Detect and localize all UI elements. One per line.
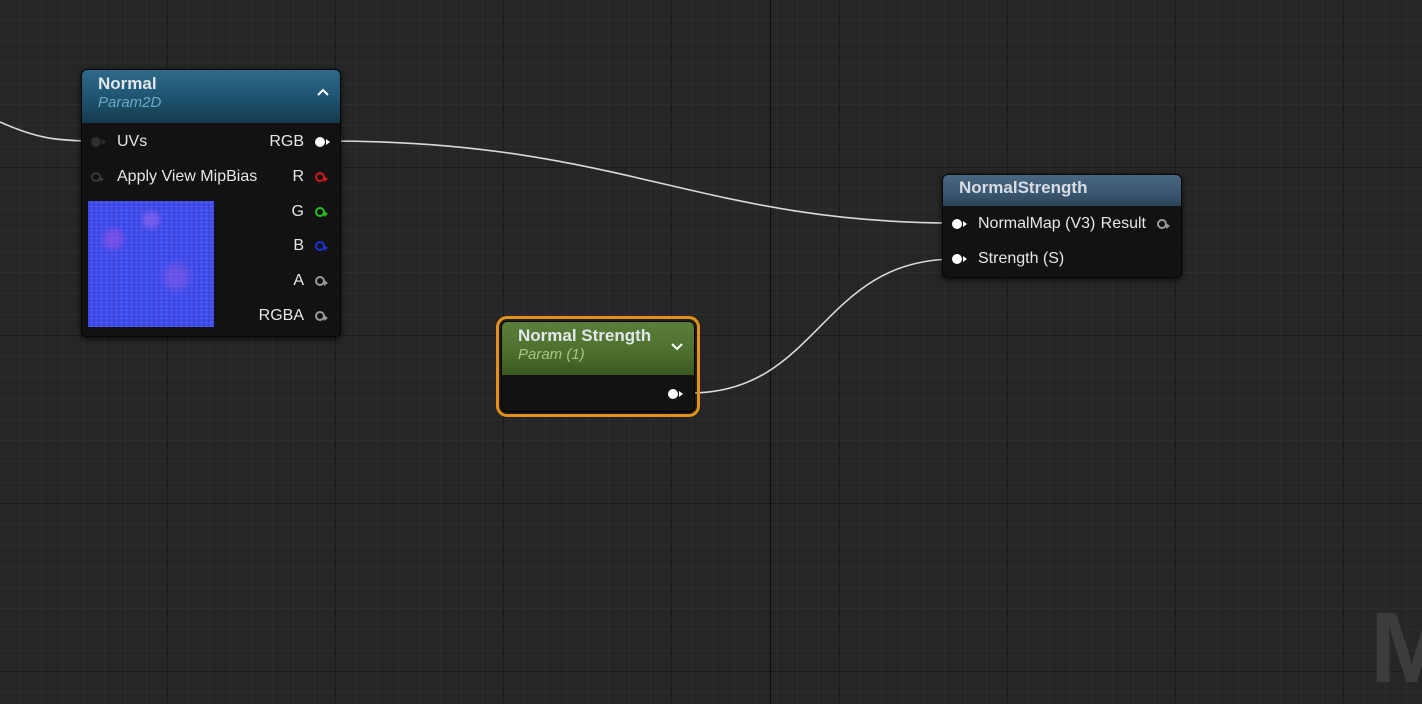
node-header[interactable]: NormalStrength [943,175,1181,206]
node-title: Normal Strength [518,326,652,345]
node-title: Normal [98,74,157,93]
node-header[interactable]: Normal Param2D [82,70,340,123]
pin-r-output[interactable] [315,172,328,182]
pin-label-strength: Strength (S) [978,250,1065,267]
pin-a-output[interactable] [315,276,328,286]
wire-strength-to-strength [689,258,956,394]
chevron-up-icon[interactable] [316,84,330,100]
pin-rgb-output[interactable] [315,137,330,147]
texture-preview-thumbnail [88,201,214,327]
pin-label-rgba: RGBA [258,307,304,324]
pin-label-apply-view-mipbias: Apply View MipBias [117,168,258,185]
pin-label-a: A [293,272,304,289]
pin-uvs-input[interactable] [91,137,106,147]
pin-strength-input[interactable] [952,254,967,264]
scalar-param-node-normal-strength[interactable]: Normal Strength Param (1) [496,316,700,417]
pin-label-rgb: RGB [269,133,304,150]
texture-param-node-normal[interactable]: Normal Param2D UVs Apply View MipBias RG… [81,69,341,337]
pin-result-output[interactable] [1157,219,1170,229]
pin-g-output[interactable] [315,207,328,217]
grid-axis-line [770,0,771,704]
pin-label-g: G [291,203,304,220]
graph-watermark: M [1370,592,1422,704]
pin-apply-view-mipbias-input[interactable] [91,172,104,182]
wire-uvs-input [0,121,87,142]
node-header[interactable]: Normal Strength Param (1) [502,322,694,375]
node-subtitle: Param2D [98,94,162,111]
pin-rgba-output[interactable] [315,311,328,321]
wire-rgb-to-normalmap [329,140,956,224]
node-subtitle: Param (1) [518,346,585,363]
chevron-down-icon[interactable] [670,339,684,355]
pin-value-output[interactable] [668,389,683,399]
function-node-normalstrength[interactable]: NormalStrength NormalMap (V3) Result Str… [942,174,1182,278]
pin-label-b: B [293,237,304,254]
pin-normalmap-input[interactable] [952,219,967,229]
pin-label-result: Result [1100,215,1146,232]
node-title: NormalStrength [959,178,1088,197]
pin-b-output[interactable] [315,241,328,251]
pin-label-r: R [292,168,304,185]
pin-label-uvs: UVs [117,133,148,150]
pin-label-normalmap: NormalMap (V3) [978,215,1096,232]
